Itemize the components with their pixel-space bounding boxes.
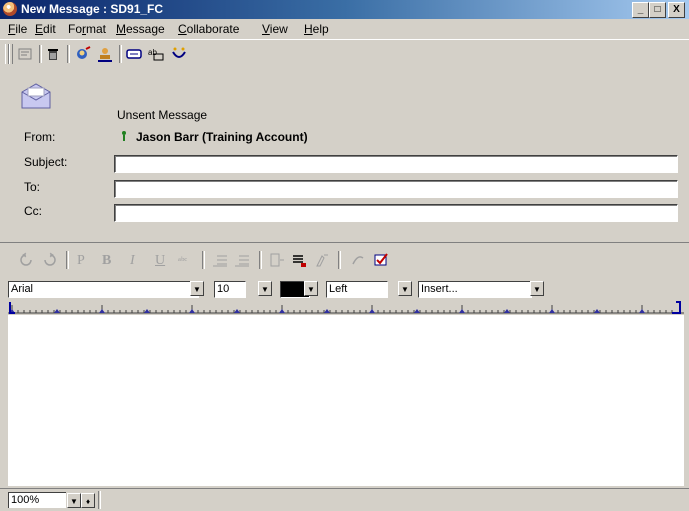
- message-header: Unsent Message From: Jason Barr (Trainin…: [0, 68, 689, 238]
- app-icon: [3, 2, 17, 16]
- tab-stop-marker: [459, 309, 465, 313]
- tab-stop-marker: [594, 309, 600, 313]
- right-margin-marker: [672, 301, 681, 314]
- align-dropdown-arrow[interactable]: ▼: [398, 281, 412, 296]
- subject-field[interactable]: [114, 155, 678, 173]
- insert-select[interactable]: Insert...: [418, 281, 532, 298]
- bold-button[interactable]: B: [102, 253, 111, 269]
- redo-icon[interactable]: [40, 251, 58, 269]
- subject-label: Subject:: [24, 155, 68, 169]
- main-toolbar: ab: [0, 39, 689, 69]
- message-body[interactable]: [8, 315, 684, 486]
- toolbar-grip[interactable]: [9, 44, 13, 64]
- toolbar-separator: [39, 45, 42, 63]
- size-select[interactable]: 10: [214, 281, 246, 298]
- zoom-select[interactable]: 100%: [8, 492, 66, 508]
- svg-text:ab: ab: [148, 48, 157, 57]
- font-select[interactable]: Arial: [8, 281, 199, 298]
- tab-stop-marker: [144, 309, 150, 313]
- format-painter-icon[interactable]: [313, 251, 331, 269]
- menu-edit[interactable]: Edit: [35, 22, 56, 36]
- maximize-button[interactable]: □: [649, 2, 666, 18]
- font-dropdown-arrow[interactable]: ▼: [190, 281, 204, 296]
- color-dropdown-arrow[interactable]: ▼: [304, 281, 318, 296]
- italic-button[interactable]: I: [130, 253, 135, 269]
- format-separator: [66, 251, 69, 269]
- menu-view[interactable]: View: [262, 22, 288, 36]
- to-label: To:: [24, 180, 41, 194]
- format-separator: [338, 251, 341, 269]
- close-button[interactable]: X: [668, 2, 685, 18]
- user-icon[interactable]: [96, 45, 114, 63]
- insert-dropdown-arrow[interactable]: ▼: [530, 281, 544, 296]
- plain-text-button[interactable]: P: [77, 253, 85, 269]
- message-window: New Message : SD91_FC _ □ X File Edit Fo…: [0, 0, 689, 511]
- from-user-icon: [120, 130, 128, 145]
- cc-label: Cc:: [24, 204, 42, 218]
- indent-icon[interactable]: [268, 251, 286, 269]
- minimize-button[interactable]: _: [632, 2, 649, 18]
- format-toolbar: P B I U ᵃᵇᶜ: [0, 242, 689, 279]
- menu-help[interactable]: Help: [304, 22, 329, 36]
- message-status: Unsent Message: [117, 108, 208, 122]
- format-separator: [259, 251, 262, 269]
- tab-stop-marker: [189, 309, 195, 313]
- send-options-icon[interactable]: [16, 45, 34, 63]
- toolbar-separator: [67, 45, 70, 63]
- spell-check-icon[interactable]: [125, 45, 143, 63]
- envelope-icon: [16, 82, 56, 112]
- menu-bar: File Edit Format Message Collaborate Vie…: [0, 19, 689, 39]
- menu-collaborate[interactable]: Collaborate: [178, 22, 239, 36]
- delete-icon[interactable]: [44, 45, 62, 63]
- insert-icon[interactable]: [170, 45, 188, 63]
- from-label: From:: [24, 130, 56, 144]
- align-select[interactable]: Left: [326, 281, 388, 298]
- undo-icon[interactable]: [18, 251, 36, 269]
- tab-stop-marker: [324, 309, 330, 313]
- window-title: New Message : SD91_FC: [21, 2, 164, 16]
- to-field[interactable]: [114, 180, 678, 198]
- address-book-icon[interactable]: [74, 45, 92, 63]
- tab-stop-marker: [639, 309, 645, 313]
- tab-stop-marker: [504, 309, 510, 313]
- menu-format[interactable]: Format: [68, 22, 106, 36]
- format-selectors: Arial ▼ 10 ▼ ▼ Left ▼ Insert... ▼: [0, 281, 689, 300]
- align-icon[interactable]: [290, 251, 308, 269]
- from-value: Jason Barr (Training Account): [136, 130, 308, 144]
- link-icon[interactable]: [349, 251, 367, 269]
- menu-file[interactable]: File: [8, 22, 27, 36]
- ruler[interactable]: [8, 301, 684, 315]
- status-separator: [98, 491, 101, 509]
- tab-stop-marker: [549, 309, 555, 313]
- cc-field[interactable]: [114, 204, 678, 222]
- tab-stop-marker: [369, 309, 375, 313]
- toolbar-separator: [119, 45, 122, 63]
- tab-stop-marker: [99, 309, 105, 313]
- zoom-spinner[interactable]: ♦: [81, 493, 95, 508]
- menu-message[interactable]: Message: [116, 22, 165, 36]
- numbered-list-icon[interactable]: [211, 251, 229, 269]
- attach-icon[interactable]: ab: [147, 45, 165, 63]
- title-bar: New Message : SD91_FC _ □ X: [0, 0, 689, 19]
- tab-stop-marker: [414, 309, 420, 313]
- bullet-list-icon[interactable]: [233, 251, 251, 269]
- zoom-dropdown-arrow[interactable]: ▼: [67, 493, 81, 508]
- format-separator: [202, 251, 205, 269]
- tab-stop-marker: [279, 309, 285, 313]
- size-dropdown-arrow[interactable]: ▼: [258, 281, 272, 296]
- underline-button[interactable]: U: [155, 253, 165, 269]
- tab-stop-marker: [54, 309, 60, 313]
- status-bar: 100% ▼ ♦: [0, 488, 689, 511]
- strikethrough-button[interactable]: ᵃᵇᶜ: [178, 255, 187, 267]
- check-icon[interactable]: [372, 251, 390, 269]
- tab-stop-marker: [234, 309, 240, 313]
